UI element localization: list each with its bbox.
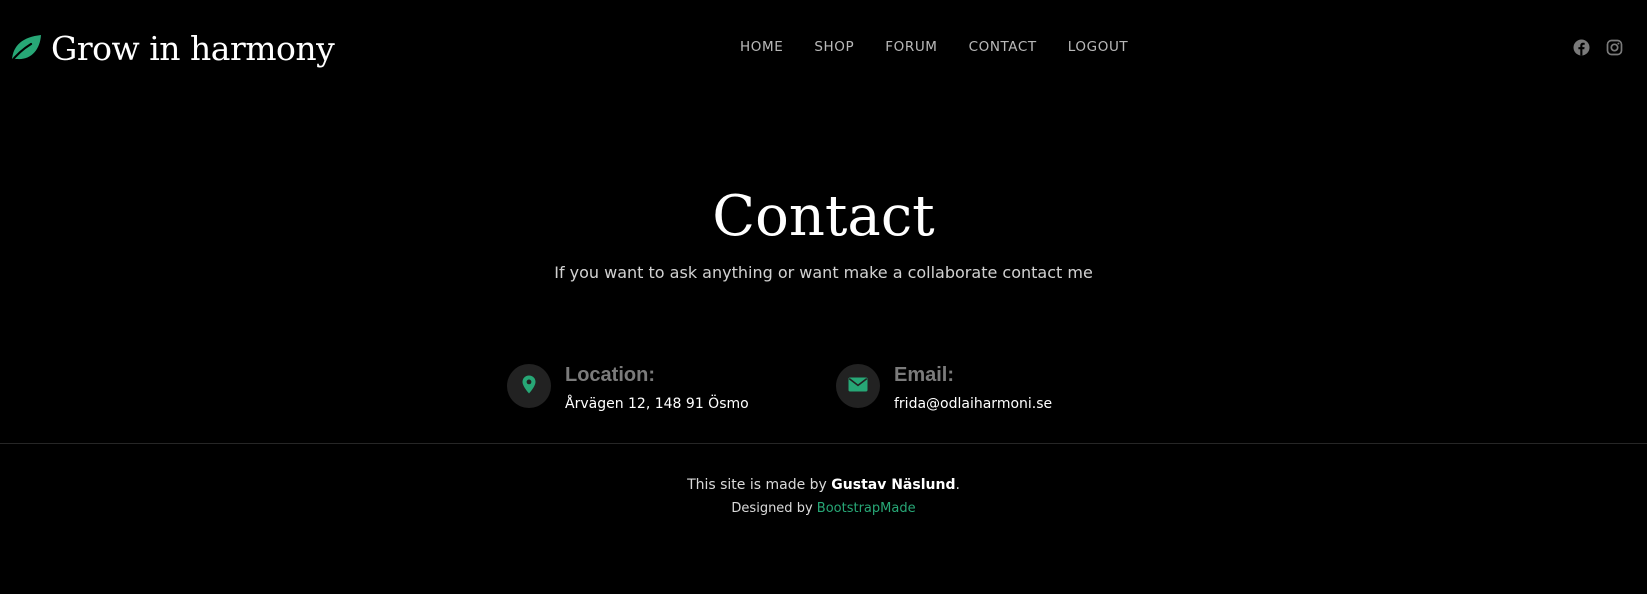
site-header: Grow in harmony HOME SHOP FORUM CONTACT …	[0, 0, 1647, 96]
credits-suffix: .	[955, 477, 960, 493]
main-nav: HOME SHOP FORUM CONTACT LOGOUT	[740, 36, 1159, 58]
email-label: Email:	[894, 364, 955, 386]
leaf-icon	[9, 33, 43, 64]
envelope-icon	[848, 377, 868, 396]
location-value: Årvägen 12, 148 91 Ösmo	[565, 396, 749, 412]
bootstrapmade-link[interactable]: BootstrapMade	[817, 501, 916, 516]
location-label: Location:	[565, 364, 655, 386]
nav-item-home[interactable]: HOME	[740, 36, 783, 58]
designed-by-line: Designed by BootstrapMade	[0, 499, 1647, 519]
credits-line: This site is made by Gustav Näslund.	[0, 474, 1647, 496]
facebook-icon[interactable]	[1573, 39, 1590, 56]
email-icon-circle	[836, 364, 880, 408]
nav-item-logout[interactable]: LOGOUT	[1068, 36, 1128, 58]
map-pin-icon	[522, 375, 536, 398]
instagram-icon[interactable]	[1606, 39, 1623, 56]
credits-author: Gustav Näslund	[831, 477, 956, 493]
brand-name: Grow in harmony	[51, 28, 335, 68]
page-subtitle: If you want to ask anything or want make…	[554, 263, 1093, 282]
location-info: Location: Årvägen 12, 148 91 Ösmo	[507, 362, 749, 414]
email-value[interactable]: frida@odlaiharmoni.se	[894, 394, 1052, 414]
nav-item-forum[interactable]: FORUM	[885, 36, 937, 58]
footer-divider	[0, 443, 1647, 444]
nav-item-contact[interactable]: CONTACT	[969, 36, 1037, 58]
location-icon-circle	[507, 364, 551, 408]
social-links	[1573, 39, 1623, 56]
site-footer: This site is made by Gustav Näslund. Des…	[0, 474, 1647, 519]
designed-prefix: Designed by	[731, 501, 817, 516]
nav-item-shop[interactable]: SHOP	[814, 36, 854, 58]
brand-logo-link[interactable]: Grow in harmony	[9, 26, 335, 70]
email-info: Email: frida@odlaiharmoni.se	[836, 362, 1052, 414]
credits-prefix: This site is made by	[687, 477, 832, 493]
page-title: Contact	[712, 184, 935, 249]
